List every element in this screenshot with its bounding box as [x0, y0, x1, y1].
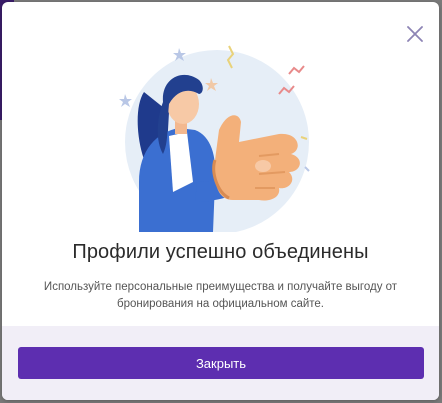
- close-icon: [407, 26, 423, 42]
- success-modal: Профили успешно объединены Используйте п…: [2, 2, 439, 400]
- close-button[interactable]: [405, 24, 425, 44]
- modal-footer: Закрыть: [2, 326, 439, 400]
- close-primary-button[interactable]: Закрыть: [18, 347, 424, 379]
- modal-description: Используйте персональные преимущества и …: [43, 281, 398, 310]
- thumbs-up-illustration: [119, 45, 310, 232]
- modal-title: Профили успешно объединены: [72, 241, 369, 263]
